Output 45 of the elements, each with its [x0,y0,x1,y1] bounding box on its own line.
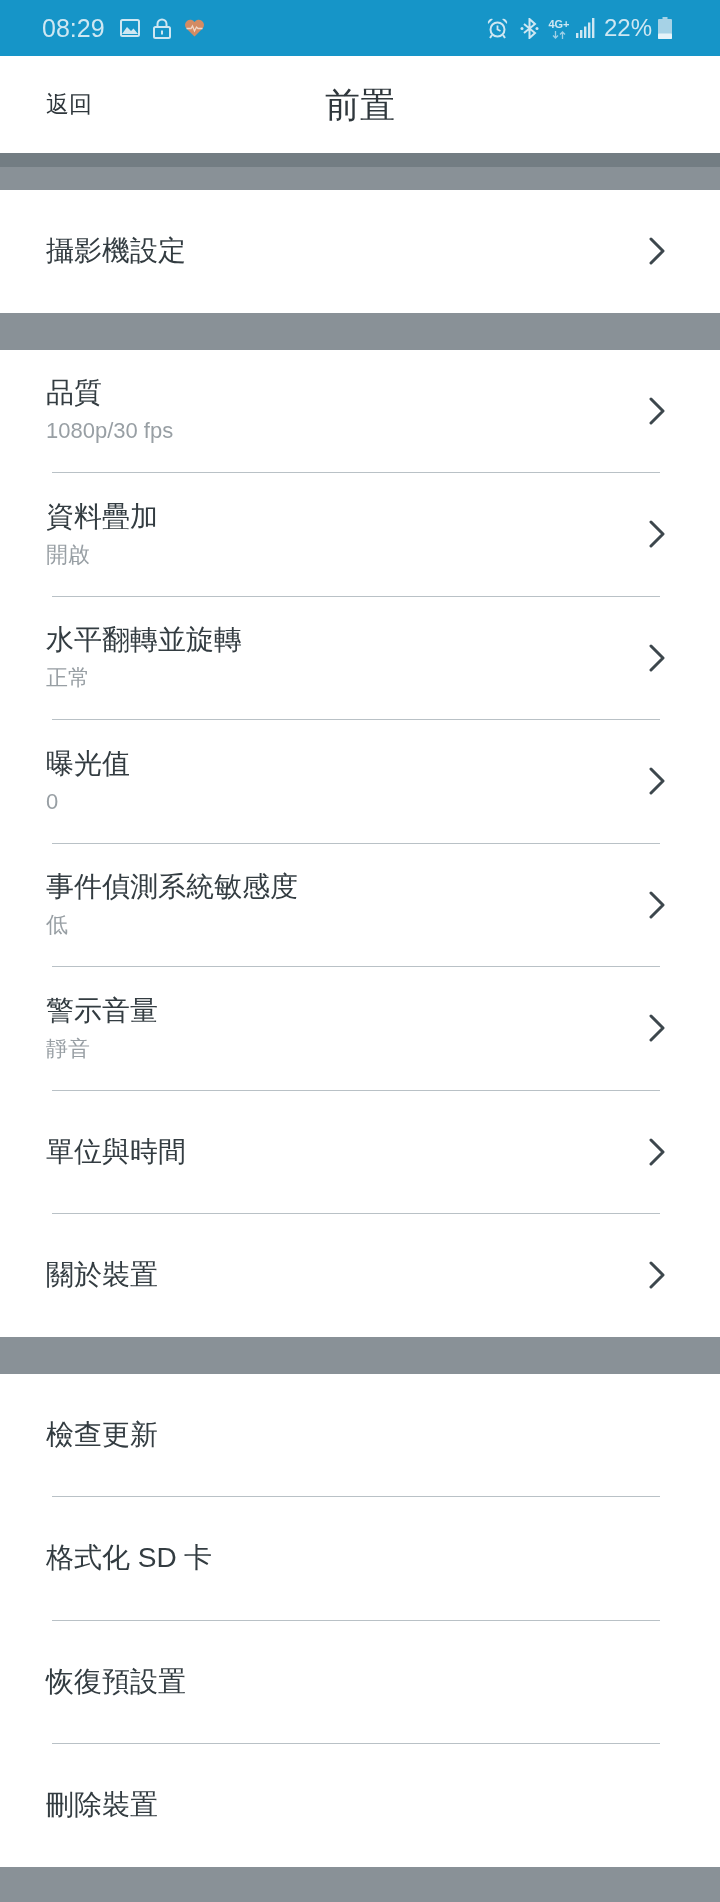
settings-item[interactable]: 關於裝置 [0,1214,720,1337]
item-title: 事件偵測系統敏感度 [46,871,298,904]
item-title: 攝影機設定 [46,235,186,268]
item-value: 開啟 [46,541,90,568]
status-time: 08:29 [42,14,105,42]
battery-percent: 22% [603,14,652,42]
item-title: 單位與時間 [46,1135,186,1168]
back-button[interactable]: 返回 [44,85,94,124]
item-value: 1080p/30 fps [46,418,174,445]
item-title: 警示音量 [46,994,158,1027]
settings-item[interactable]: 警示音量 靜音 [0,967,720,1090]
item-title: 恢復預設置 [46,1665,186,1698]
item-title: 資料疊加 [46,500,158,533]
settings-item[interactable]: 品質 1080p/30 fps [0,349,720,472]
item-value: 0 [46,788,59,815]
settings-item[interactable]: 水平翻轉並旋轉 正常 [0,596,720,719]
settings-item[interactable]: 資料疊加 開啟 [0,473,720,596]
settings-item[interactable]: 曝光值 0 [0,720,720,843]
signal-icon [575,18,595,38]
item-title: 關於裝置 [46,1259,158,1292]
battery-icon [658,17,672,39]
item-title: 格式化 SD 卡 [46,1542,213,1575]
network-type-label: 4G+ [548,17,570,30]
item-value: 正常 [46,665,90,692]
settings-item[interactable]: 攝影機設定 [0,190,720,313]
page-title: 前置 [325,84,395,126]
settings-item[interactable]: 恢復預設置 [0,1620,720,1743]
heart-icon [183,19,205,37]
image-icon [119,19,140,37]
bluetooth-icon [519,17,539,39]
settings-item[interactable]: 刪除裝置 [0,1744,720,1867]
settings-item[interactable]: 檢查更新 [0,1373,720,1496]
item-title: 品質 [46,377,102,410]
item-title: 檢查更新 [46,1418,158,1451]
item-value: 低 [46,912,68,939]
item-title: 水平翻轉並旋轉 [46,624,242,657]
data-arrows-icon [551,30,566,39]
item-value: 靜音 [46,1035,90,1062]
settings-item[interactable]: 事件偵測系統敏感度 低 [0,843,720,966]
lock-icon [152,17,171,39]
item-title: 刪除裝置 [46,1789,158,1822]
item-title: 曝光值 [46,747,130,780]
alarm-clock-icon [486,17,508,39]
settings-item[interactable]: 單位與時間 [0,1090,720,1213]
settings-item[interactable]: 格式化 SD 卡 [0,1497,720,1620]
